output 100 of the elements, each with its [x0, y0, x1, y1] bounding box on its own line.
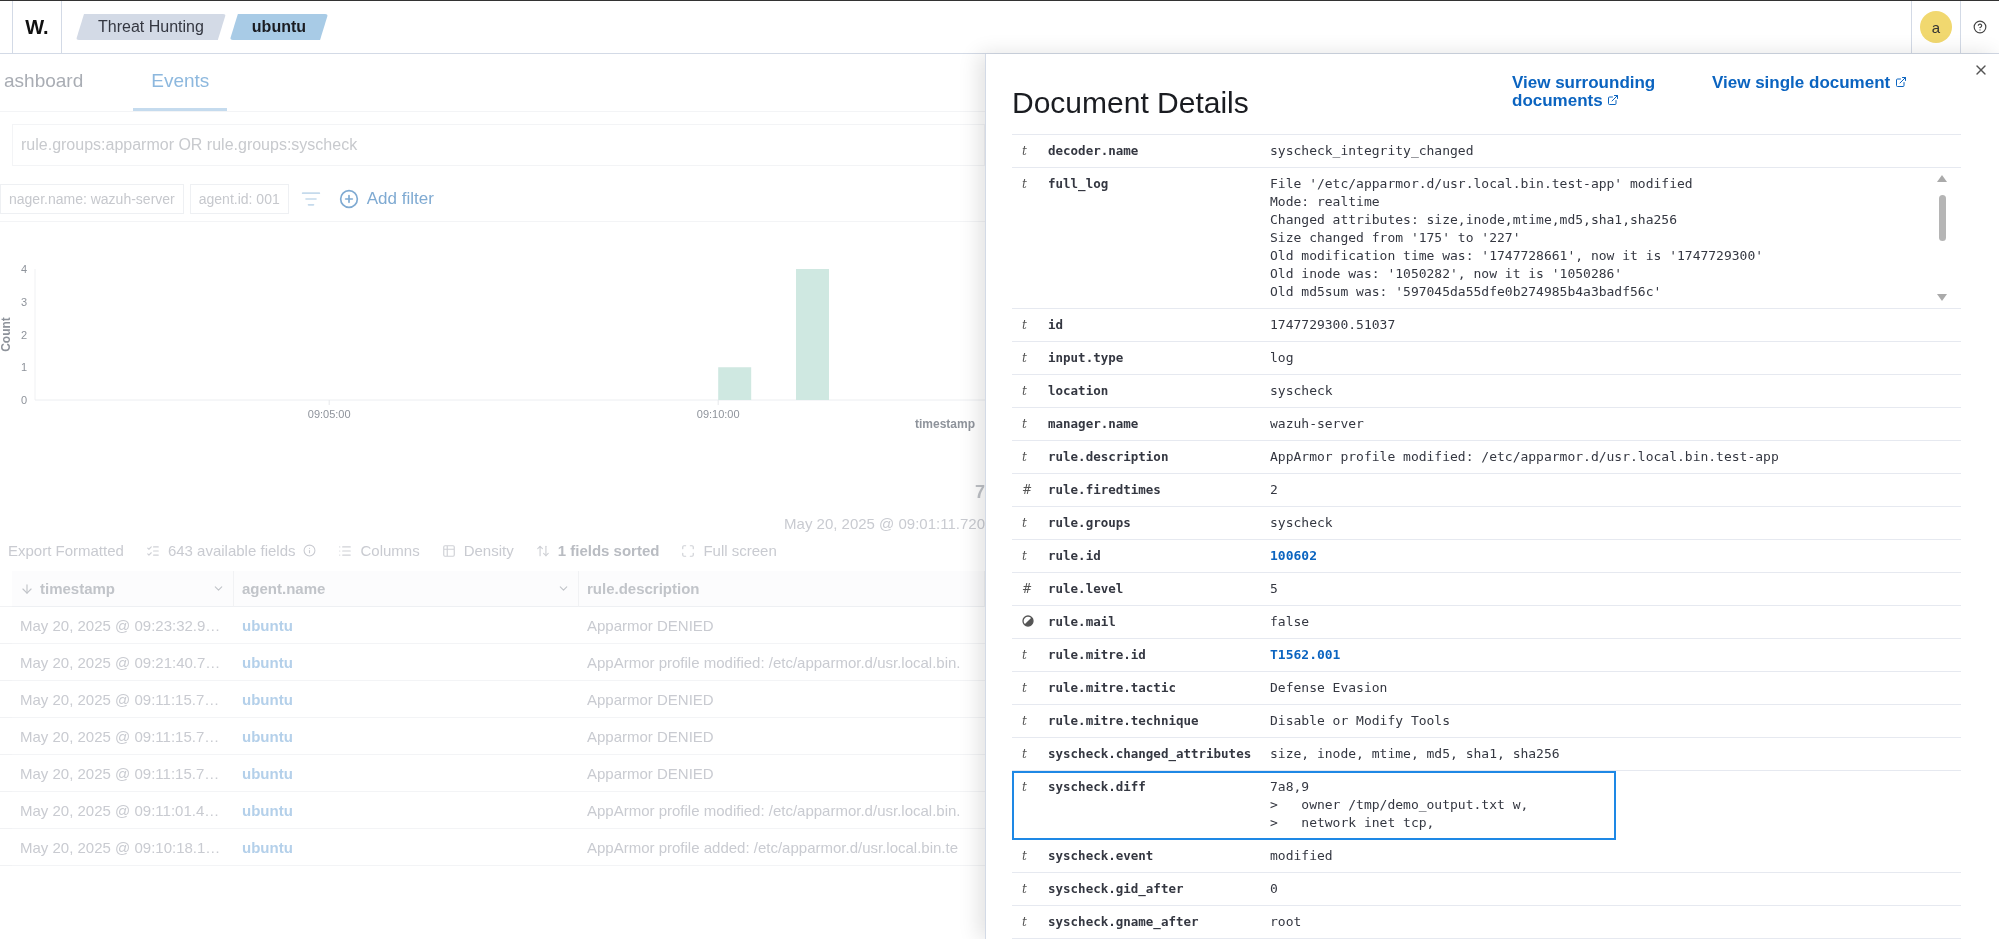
text-type-icon: t: [1022, 880, 1034, 896]
list-icon: [338, 543, 353, 558]
field-name: rule.description: [1048, 448, 1169, 466]
boolean-type-icon: [1022, 613, 1034, 629]
field-name: rule.groups: [1048, 514, 1131, 532]
text-type-icon: t: [1022, 778, 1034, 794]
text-type-icon: t: [1022, 745, 1034, 761]
field-value: 2: [1270, 481, 1279, 499]
field-name: rule.mitre.id: [1048, 646, 1146, 664]
sort-down-icon: [20, 581, 34, 596]
field-name: input.type: [1048, 349, 1124, 367]
scroll-up-icon[interactable]: [1937, 175, 1947, 182]
external-link-icon: [1894, 76, 1907, 88]
text-type-icon: t: [1022, 175, 1034, 191]
tab[interactable]: ashboard: [4, 54, 102, 111]
field-value-link[interactable]: T1562.001: [1270, 646, 1961, 664]
external-link-icon: [1607, 94, 1620, 106]
x-tick-label: 09:10:00: [696, 408, 740, 420]
field-value: modified: [1270, 847, 1334, 865]
field-name: id: [1048, 316, 1064, 334]
field-value: syscheck_integrity_changed: [1270, 142, 1475, 160]
y-tick-label: 3: [20, 295, 27, 308]
y-tick-label: 4: [20, 263, 27, 275]
agent-link[interactable]: ubuntu: [234, 718, 579, 755]
field-name: rule.firedtimes: [1048, 481, 1161, 499]
flyout-title: Document Details: [1012, 86, 1250, 120]
breadcrumb[interactable]: Threat Hunting: [76, 14, 226, 40]
field-value: 0: [1270, 880, 1279, 898]
scroll-down-icon[interactable]: [1937, 294, 1947, 301]
x-tick-label: 09:05:00: [307, 408, 351, 420]
help-icon: [1973, 20, 1987, 34]
text-type-icon: t: [1022, 349, 1034, 365]
fields-list-icon: [145, 543, 160, 558]
field-value: log: [1270, 349, 1295, 367]
text-type-icon: t: [1022, 448, 1034, 464]
field-value: 5: [1270, 580, 1279, 598]
user-avatar[interactable]: a: [1920, 11, 1952, 43]
column-title: agent.name: [242, 580, 326, 597]
field-name: syscheck.diff: [1048, 778, 1146, 796]
x-axis-label: timestamp: [914, 417, 975, 431]
field-name: syscheck.changed_attributes: [1048, 745, 1252, 763]
field-value: Defense Evasion: [1270, 679, 1389, 697]
agent-link[interactable]: ubuntu: [234, 792, 579, 829]
number-type-icon: #: [1022, 580, 1034, 596]
field-value: 1747729300.51037: [1270, 316, 1397, 334]
app-logo[interactable]: W.: [25, 15, 49, 39]
agent-link[interactable]: ubuntu: [234, 829, 579, 866]
plus-icon: [338, 188, 359, 209]
field-name: rule.mitre.technique: [1048, 712, 1199, 730]
field-value: 7a8,9 > owner /tmp/demo_output.txt w, > network inet tcp,: [1270, 778, 1530, 832]
field-name: syscheck.gname_after: [1048, 913, 1199, 931]
filter-pill[interactable]: agent.id: 001: [189, 183, 289, 214]
external-link[interactable]: View surrounding documents: [1512, 74, 1712, 110]
field-value: syscheck: [1270, 382, 1334, 400]
field-value-link[interactable]: 100602: [1270, 547, 1961, 565]
field-value: File '/etc/apparmor.d/usr.local.bin.test-app' modified Mode: realtime Changed attributes: size,inode,mtime,md5,sha1,sha256 Size changed from '175' to '227' Old modification time was: '1747728661', now it is '1747729300' Old inode was: '1050282', now it is '1050286' Old md5sum was: '597045da55dfe0b274985b4a3badf56c': [1270, 175, 1764, 301]
field-value: root: [1270, 913, 1303, 931]
y-tick-label: 1: [20, 361, 27, 374]
text-type-icon: t: [1022, 382, 1034, 398]
histogram-bar[interactable]: [718, 367, 752, 400]
info-icon: [303, 544, 317, 557]
column-title: timestamp: [40, 580, 116, 597]
field-value: Disable or Modify Tools: [1270, 712, 1451, 730]
field-name: full_log: [1048, 175, 1109, 194]
field-name: rule.id: [1048, 547, 1101, 565]
text-type-icon: t: [1022, 646, 1034, 662]
column-header[interactable]: rule.description: [579, 571, 985, 607]
tab[interactable]: Events: [133, 54, 228, 111]
table-icon: [441, 543, 456, 558]
fullscreen-icon: [681, 543, 696, 558]
breadcrumb[interactable]: ubuntu: [229, 14, 329, 40]
scrollbar-thumb[interactable]: [1938, 195, 1946, 241]
sort-icon: [535, 543, 550, 558]
field-value: false: [1270, 613, 1311, 631]
y-tick-label: 0: [20, 394, 27, 406]
text-type-icon: t: [1022, 712, 1034, 728]
add-filter-button[interactable]: Add filter: [332, 188, 440, 209]
field-name: rule.level: [1048, 580, 1124, 598]
external-link[interactable]: View single document: [1712, 74, 1932, 92]
agent-link[interactable]: ubuntu: [234, 755, 579, 792]
field-name: location: [1048, 382, 1109, 400]
field-name: syscheck.gid_after: [1048, 880, 1184, 898]
column-header[interactable]: agent.name: [234, 571, 579, 607]
toolbar-button[interactable]: 1 fields sorted: [535, 542, 660, 559]
text-type-icon: t: [1022, 514, 1034, 530]
field-name: decoder.name: [1048, 142, 1139, 160]
field-value: size, inode, mtime, md5, sha1, sha256: [1270, 745, 1561, 763]
y-tick-label: 2: [20, 328, 27, 341]
text-type-icon: t: [1022, 679, 1034, 695]
agent-link[interactable]: ubuntu: [234, 681, 579, 718]
text-type-icon: t: [1022, 142, 1034, 158]
column-header[interactable]: timestamp: [12, 571, 234, 607]
agent-link[interactable]: ubuntu: [234, 607, 579, 644]
text-type-icon: t: [1022, 547, 1034, 563]
filter-pill[interactable]: nager.name: wazuh-server: [0, 183, 184, 214]
hits-count: 7: [975, 482, 985, 503]
field-name: manager.name: [1048, 415, 1139, 433]
text-type-icon: t: [1022, 847, 1034, 863]
agent-link[interactable]: ubuntu: [234, 644, 579, 681]
text-type-icon: t: [1022, 415, 1034, 431]
